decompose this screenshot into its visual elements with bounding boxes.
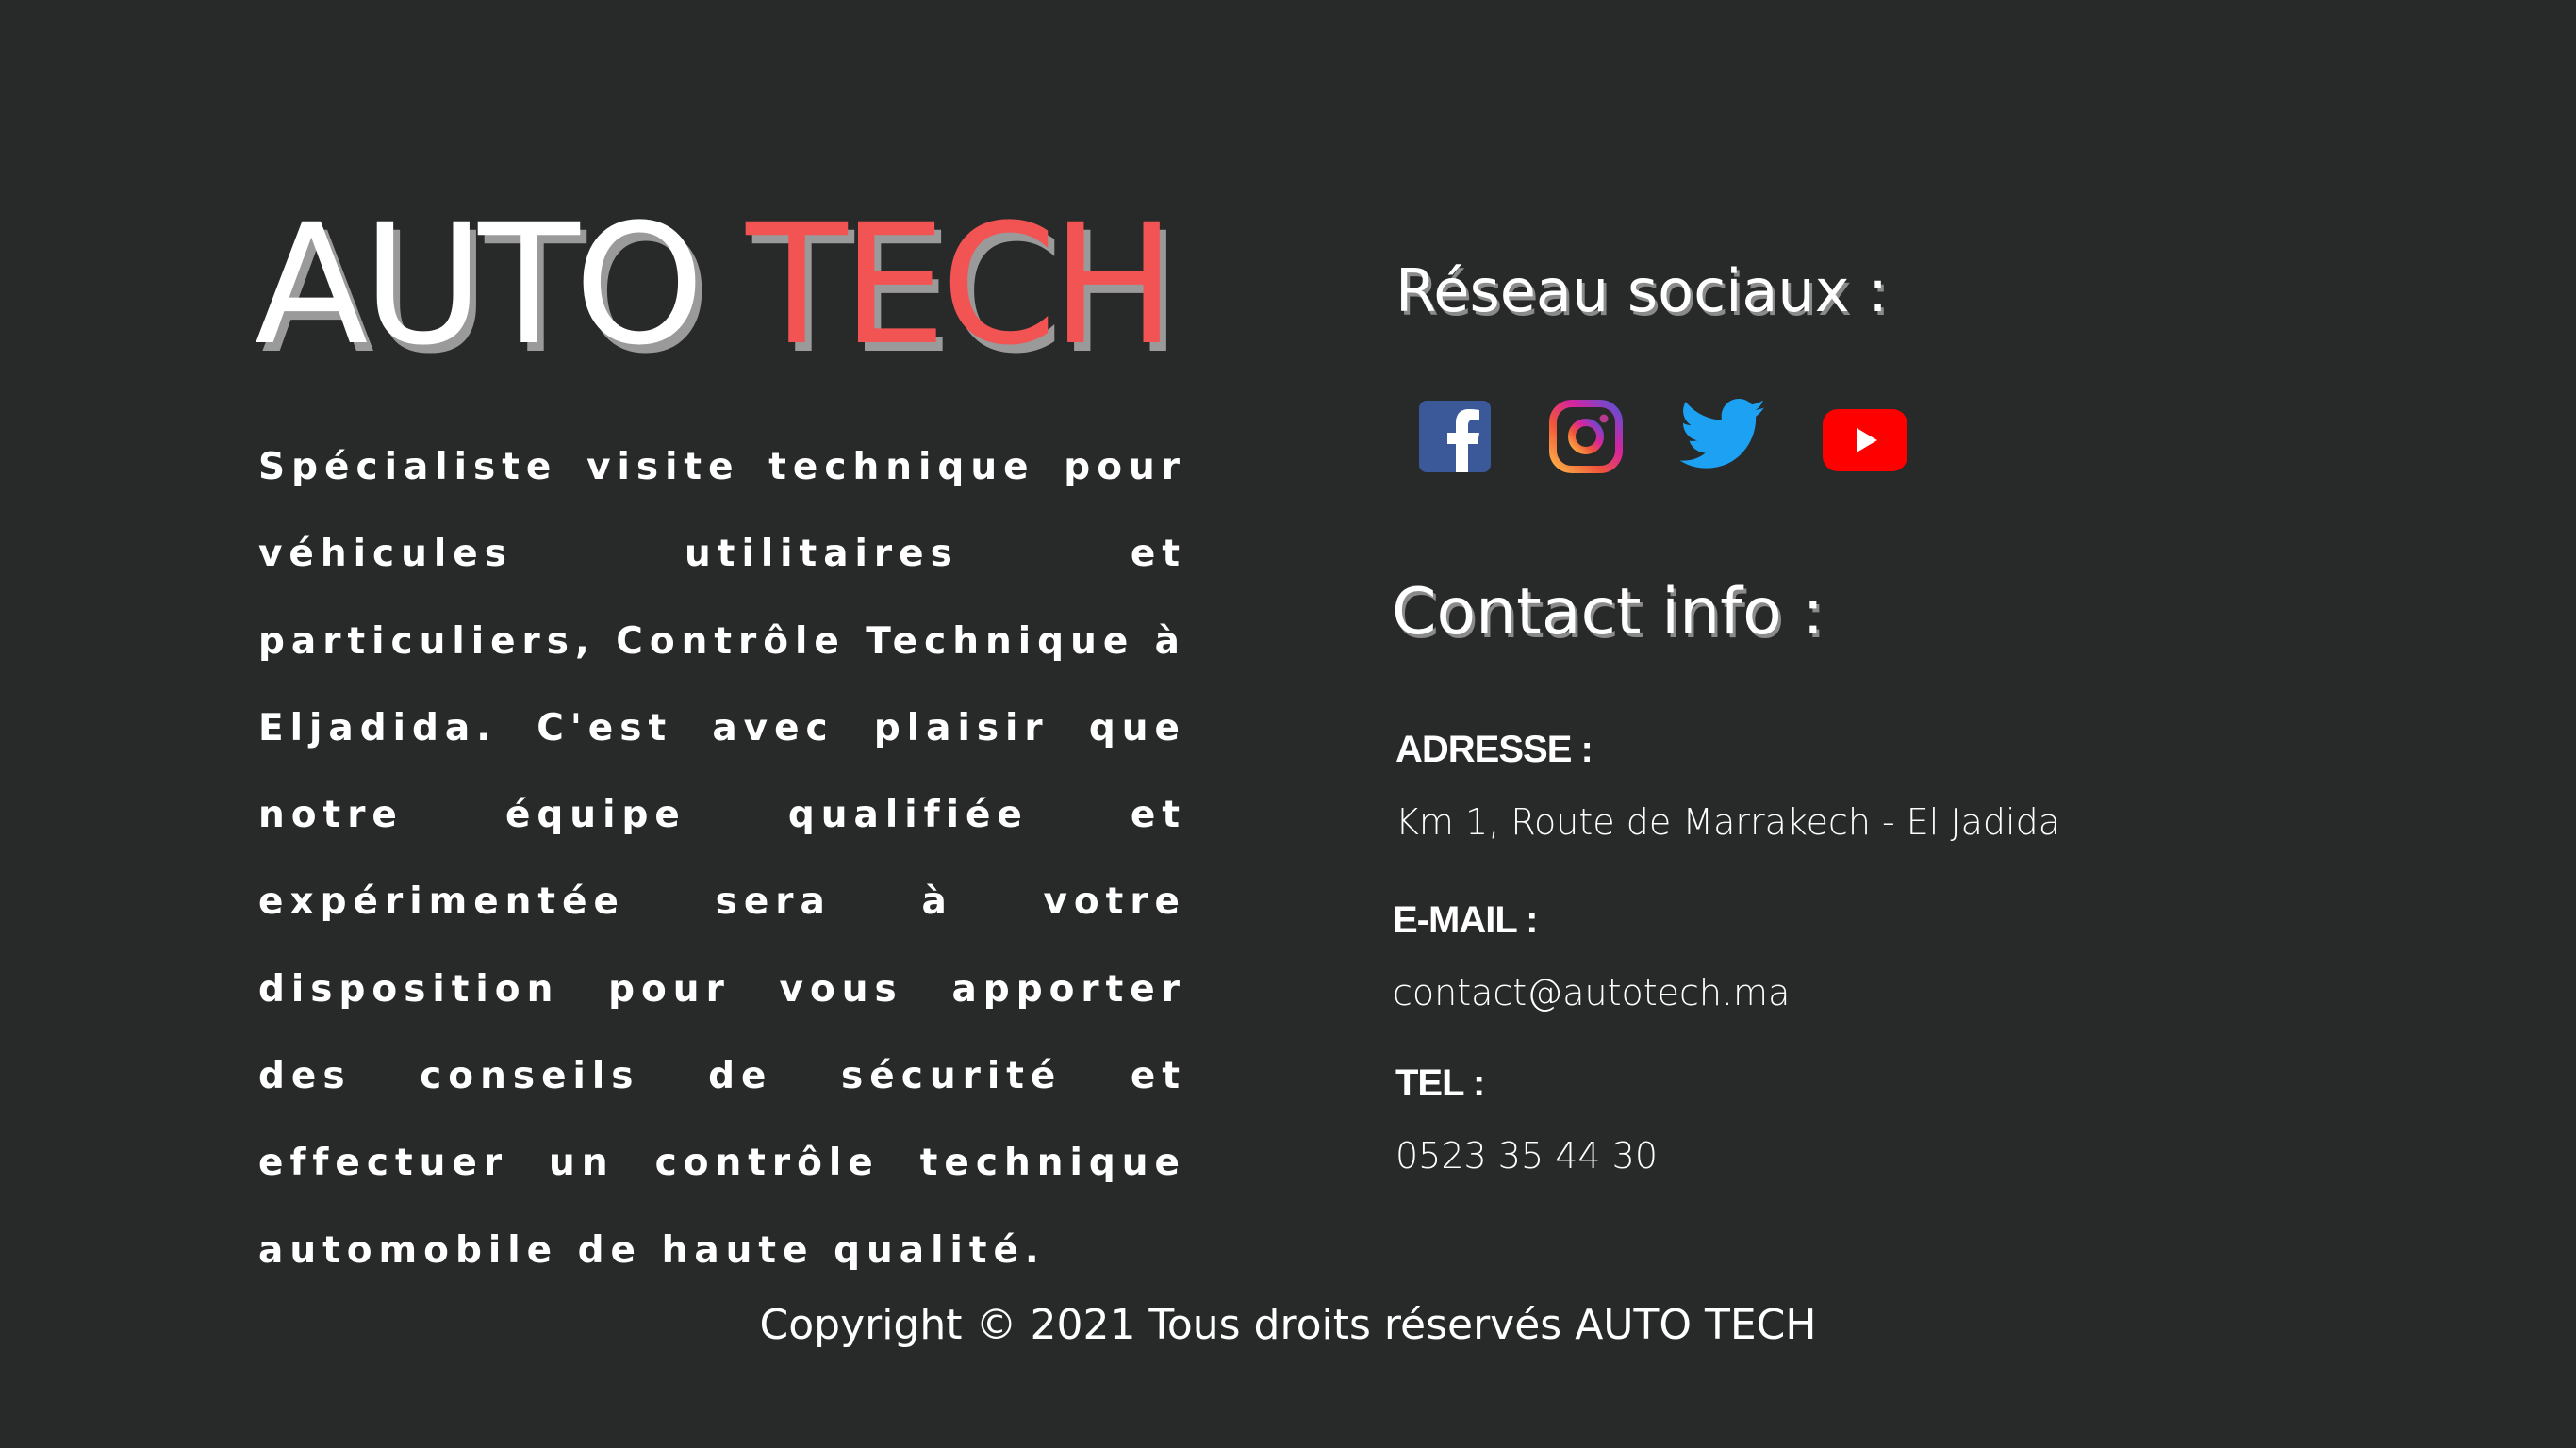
social-title: Réseau sociaux :: [1395, 256, 1889, 325]
instagram-icon[interactable]: [1548, 399, 1624, 474]
tel-link[interactable]: 0523 35 44 30: [1395, 1135, 1658, 1176]
company-description: Spécialiste visite technique pour véhicu…: [258, 446, 1186, 1272]
copyright-text: Copyright © 2021 Tous droits réservés AU…: [759, 1301, 1817, 1349]
youtube-icon[interactable]: [1823, 409, 1907, 471]
brand-auto: AUTO: [255, 189, 747, 382]
address-value: Km 1, Route de Marrakech - El Jadida: [1395, 801, 2061, 843]
facebook-icon[interactable]: [1419, 401, 1491, 472]
contact-title: Contact info :: [1392, 575, 1825, 650]
tel-label: TEL :: [1395, 1062, 1485, 1104]
brand-tech: TECH: [746, 189, 1176, 382]
address-label: ADRESSE :: [1395, 729, 1593, 770]
brand-logo: AUTO TECH: [255, 203, 1176, 369]
email-link[interactable]: contact@autotech.ma: [1393, 972, 1790, 1013]
twitter-icon[interactable]: [1679, 397, 1767, 472]
email-label: E-MAIL :: [1393, 899, 1538, 941]
